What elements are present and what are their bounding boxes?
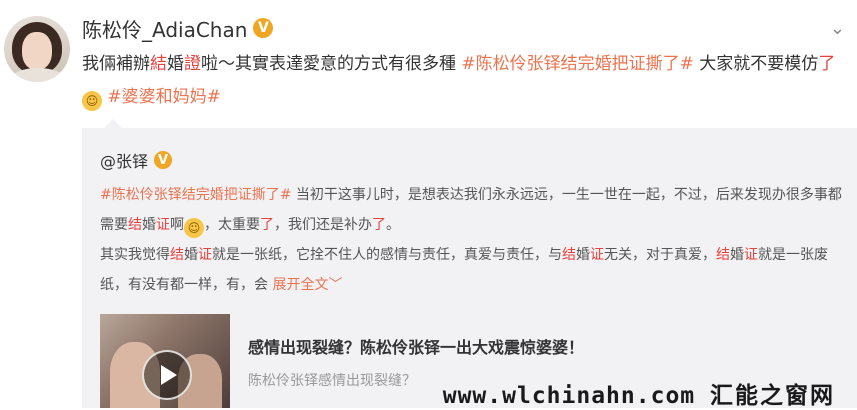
- repost-text-segment: 结: [170, 247, 184, 263]
- repost-text-segment: 结: [562, 247, 576, 263]
- repost-text-segment: ，我们还是补办: [274, 217, 372, 233]
- repost-author-name[interactable]: @张铎: [100, 148, 148, 172]
- hashtag-link[interactable]: #陈松伶张铎结完婚把证撕了#: [461, 54, 694, 74]
- repost-text-segment: 啊: [170, 217, 184, 233]
- avatar-body: [10, 68, 66, 82]
- video-thumbnail[interactable]: [100, 314, 230, 408]
- repost-text-segment: 证: [590, 247, 604, 263]
- verified-badge-icon: V: [253, 18, 274, 38]
- watermark-site-name: 汇能之窗网: [710, 383, 835, 409]
- author-name[interactable]: 陈松伶_AdiaChan: [82, 14, 247, 43]
- video-card-subtitle: 陈松伶张铎感情出现裂缝？: [248, 373, 416, 389]
- post-text: 我倆補辦結婚證啦～其實表達愛意的方式有很多種 #陈松伶张铎结完婚把证撕了# 大家…: [82, 48, 842, 114]
- repost-text-body: #陈松伶张铎结完婚把证撕了# 当初干这事儿时，是想表达我们永永远远，一生一世在一…: [100, 187, 842, 293]
- play-icon[interactable]: [142, 350, 192, 400]
- avatar[interactable]: [4, 16, 70, 82]
- post-text-segment: 我倆補辦: [82, 54, 150, 74]
- post-text-segment: 啦～其實表達愛意的方式有很多種: [201, 54, 462, 74]
- author-row: 陈松伶_AdiaChan V: [82, 14, 274, 43]
- hashtag-link[interactable]: #陈松伶张铎结完婚把证撕了#: [100, 187, 291, 203]
- repost-text-segment: 证: [198, 247, 212, 263]
- watermark-url: www.wlchinahn.com: [442, 383, 696, 409]
- repost-text-segment: 了: [260, 217, 274, 233]
- repost-text-segment: 婚: [142, 217, 156, 233]
- repost-text-segment: 其实我觉得: [100, 247, 170, 263]
- repost-box: @张铎 V #陈松伶张铎结完婚把证撕了# 当初干这事儿时，是想表达我们永永远远，…: [82, 119, 857, 408]
- repost-text-segment: 婚: [184, 247, 198, 263]
- post-text-segment: 大家就不要模仿: [693, 54, 819, 74]
- repost-text-segment: 了: [372, 217, 386, 233]
- chevron-down-icon[interactable]: ⌄: [830, 18, 845, 39]
- repost-text-segment: 结: [716, 247, 730, 263]
- repost-text-segment: 就是一张纸，它拴不住人的感情与责任，真爱与责任，与: [212, 247, 562, 263]
- post-text-segment: 了: [818, 54, 836, 74]
- verified-badge-icon: V: [154, 151, 173, 169]
- avatar-face: [22, 32, 52, 70]
- repost-text-segment: 。: [386, 217, 400, 233]
- hashtag-link[interactable]: #婆婆和妈妈#: [107, 87, 221, 107]
- repost-author-row: @张铎 V: [100, 148, 173, 172]
- video-card-title[interactable]: 感情出现裂缝？陈松伶张铎一出大戏震惊婆婆！: [248, 334, 584, 358]
- post-text-body: 我倆補辦結婚證啦～其實表達愛意的方式有很多種 #陈松伶张铎结完婚把证撕了# 大家…: [82, 54, 835, 74]
- repost-arrow: [104, 119, 122, 128]
- expand-full-text-link[interactable]: 展开全文﹀: [272, 277, 342, 293]
- repost-text-segment: 证: [156, 217, 170, 233]
- repost-text: #陈松伶张铎结完婚把证撕了# 当初干这事儿时，是想表达我们永永远远，一生一世在一…: [100, 180, 845, 300]
- post-text-segment: 結: [150, 54, 167, 74]
- laugh-emoji-icon: ☺: [184, 218, 204, 238]
- repost-text-segment: 证: [744, 247, 758, 263]
- repost-text-segment: 结: [128, 217, 142, 233]
- watermark: www.wlchinahn.com 汇能之窗网: [443, 376, 835, 410]
- repost-text-segment: 无关，对于真爱，: [604, 247, 716, 263]
- post-text-segment: 婚: [167, 54, 184, 74]
- repost-text-segment: 婚: [576, 247, 590, 263]
- repost-text-segment: ，太重要: [204, 217, 260, 233]
- post-text-segment: 證: [184, 54, 201, 74]
- laugh-emoji-icon: ☺: [82, 91, 102, 111]
- repost-text-segment: 婚: [730, 247, 744, 263]
